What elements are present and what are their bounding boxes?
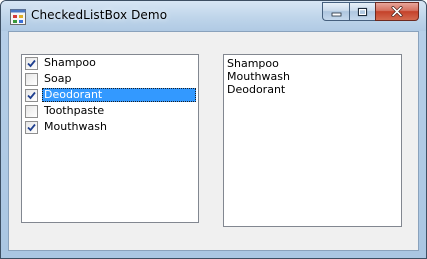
checkbox[interactable] xyxy=(25,56,38,70)
checked-list-item[interactable]: Toothpaste xyxy=(22,103,198,119)
checked-list-item-label: Soap xyxy=(44,72,72,85)
app-icon[interactable] xyxy=(10,9,26,25)
checked-list-item[interactable]: Soap xyxy=(22,71,198,87)
checkmark-icon xyxy=(27,123,36,132)
checked-list-item[interactable]: Mouthwash xyxy=(22,119,198,135)
checkbox[interactable] xyxy=(25,104,38,118)
app-window: CheckedListBox Demo Shampoo Soap Deodorant… xyxy=(0,0,427,259)
checked-list-item[interactable]: Deodorant xyxy=(22,87,198,103)
checkbox[interactable] xyxy=(25,88,38,102)
caption-buttons xyxy=(322,2,419,21)
client-area: Shampoo Soap Deodorant Toothpaste Mouthwash … xyxy=(8,31,419,251)
checkbox[interactable] xyxy=(25,72,38,86)
maximize-button[interactable] xyxy=(349,2,375,21)
checkmark-icon xyxy=(27,91,36,100)
maximize-icon xyxy=(357,2,368,21)
checkmark-icon xyxy=(27,59,36,68)
list-item[interactable]: Deodorant xyxy=(224,83,401,96)
close-button[interactable] xyxy=(375,2,419,21)
list-item[interactable]: Shampoo xyxy=(224,57,401,70)
checkbox[interactable] xyxy=(25,120,38,134)
window-title: CheckedListBox Demo xyxy=(31,8,168,22)
list-item[interactable]: Mouthwash xyxy=(224,70,401,83)
checked-list-item-label: Mouthwash xyxy=(44,120,107,133)
checked-list-item-label: Shampoo xyxy=(44,56,96,69)
checked-list-item[interactable]: Shampoo xyxy=(22,55,198,71)
checked-items-list-box[interactable]: Shampoo Mouthwash Deodorant xyxy=(223,54,402,227)
minimize-icon xyxy=(331,2,342,21)
checked-list-item-label: Deodorant xyxy=(42,88,196,102)
minimize-button[interactable] xyxy=(322,2,349,21)
checked-list-box[interactable]: Shampoo Soap Deodorant Toothpaste Mouthwash xyxy=(21,54,199,223)
checked-list-item-label: Toothpaste xyxy=(44,104,105,117)
close-icon xyxy=(391,2,403,21)
title-bar[interactable]: CheckedListBox Demo xyxy=(1,1,426,31)
